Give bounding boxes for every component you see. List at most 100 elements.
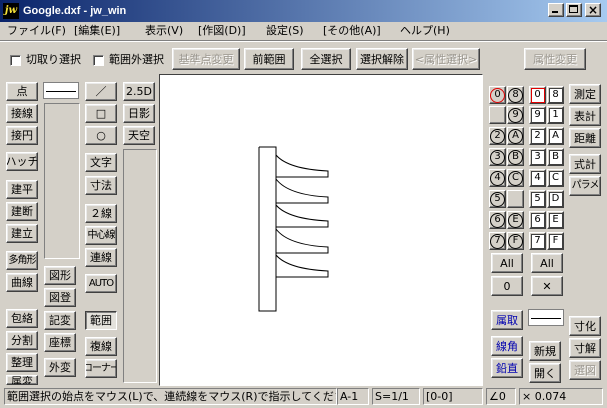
- layer-9[interactable]: 9: [529, 106, 546, 124]
- minimize-button[interactable]: [548, 3, 564, 17]
- layer-c[interactable]: C: [547, 169, 564, 187]
- drawing-canvas[interactable]: [159, 74, 483, 386]
- tool-coordinates[interactable]: 座標: [44, 333, 76, 352]
- tool-arch-elevation[interactable]: 建立: [6, 224, 38, 243]
- title-bar[interactable]: jw Google.dxf - jw_win ×: [0, 0, 607, 22]
- layer-group-zero-button[interactable]: 0: [491, 276, 523, 296]
- layer-group-a[interactable]: A: [507, 127, 524, 145]
- line-type-indicator[interactable]: [43, 82, 79, 99]
- layer-x-button[interactable]: ✕: [531, 276, 563, 296]
- tool-envelope[interactable]: 包絡: [6, 309, 38, 328]
- menu-other[interactable]: [その他(A)]: [323, 24, 381, 38]
- menu-file[interactable]: ファイル(F): [7, 24, 66, 38]
- maximize-button[interactable]: [566, 3, 582, 17]
- tool-arch-section[interactable]: 建断: [6, 202, 38, 221]
- new-file-button[interactable]: 新規: [529, 341, 561, 361]
- previous-range-button[interactable]: 前範囲: [244, 48, 294, 70]
- status-scale[interactable]: S=1/1: [372, 388, 420, 405]
- status-angle[interactable]: ∠0: [486, 388, 516, 405]
- tool-table-calc[interactable]: 表計: [569, 106, 601, 126]
- tool-text-change[interactable]: 記変: [44, 311, 76, 330]
- outside-select-checkbox[interactable]: [93, 55, 104, 66]
- tool-figure-register[interactable]: 図登: [44, 288, 76, 307]
- tool-copy-line[interactable]: 複線: [85, 337, 117, 356]
- tool-circle[interactable]: ○: [85, 126, 117, 145]
- tool-dimension-convert[interactable]: 寸化: [569, 316, 601, 336]
- tool-select-figure[interactable]: 選図: [569, 360, 601, 380]
- tool-tangent-circle[interactable]: 接円: [6, 126, 38, 145]
- layer-0[interactable]: 0: [529, 86, 546, 104]
- layer-group-5[interactable]: 5: [489, 190, 506, 208]
- status-layer[interactable]: [0-0]: [423, 388, 483, 405]
- tool-cleanup[interactable]: 整理: [6, 353, 38, 372]
- layer-group-d[interactable]: D: [507, 190, 524, 208]
- layer-group-9[interactable]: 9: [507, 106, 524, 124]
- layer-group-3[interactable]: 3: [489, 148, 506, 166]
- layer-group-e[interactable]: E: [507, 211, 524, 229]
- layer-e[interactable]: E: [547, 211, 564, 229]
- line-color-indicator[interactable]: [528, 309, 564, 326]
- menu-view[interactable]: 表示(V): [145, 24, 183, 38]
- layer-group-f[interactable]: F: [507, 232, 524, 250]
- tool-sun-shadow[interactable]: 日影: [123, 104, 155, 123]
- layer-4[interactable]: 4: [529, 169, 546, 187]
- tool-range[interactable]: 範囲: [85, 311, 117, 330]
- tool-external-change[interactable]: 外変: [44, 358, 76, 377]
- tool-arch-plan[interactable]: 建平: [6, 180, 38, 199]
- tool-polygon[interactable]: 多角形: [6, 251, 38, 270]
- tool-dimension[interactable]: 寸法: [85, 176, 117, 195]
- outside-select-label[interactable]: 範囲外選択: [109, 53, 164, 67]
- close-button[interactable]: ×: [585, 3, 601, 17]
- menu-draw[interactable]: [作図(D)]: [198, 24, 246, 38]
- status-paper-size[interactable]: A-1: [337, 388, 369, 405]
- tool-line[interactable]: ／: [85, 82, 117, 101]
- tool-auto[interactable]: AUTO: [85, 274, 117, 293]
- layer-group-c[interactable]: C: [507, 169, 524, 187]
- jw-app-icon[interactable]: jw: [3, 3, 19, 19]
- attribute-change-button[interactable]: 属性変更: [524, 48, 586, 70]
- tool-distance[interactable]: 距離: [569, 128, 601, 148]
- clip-select-label[interactable]: 切取り選択: [26, 53, 81, 67]
- tool-attribute-get[interactable]: 属取: [491, 310, 523, 330]
- layer-2[interactable]: 2: [529, 127, 546, 145]
- layer-group-7[interactable]: 7: [489, 232, 506, 250]
- layer-group-6[interactable]: 6: [489, 211, 506, 229]
- layer-1[interactable]: 1: [547, 106, 564, 124]
- layer-f[interactable]: F: [547, 232, 564, 250]
- layer-group-0[interactable]: 0: [489, 86, 506, 104]
- tool-tangent-line[interactable]: 接線: [6, 104, 38, 123]
- layer-6[interactable]: 6: [529, 211, 546, 229]
- tool-2-5d[interactable]: 2.5D: [123, 82, 155, 101]
- tool-point[interactable]: 点: [6, 82, 38, 101]
- layer-group-1[interactable]: 1: [489, 106, 506, 124]
- tool-curve[interactable]: 曲線: [6, 273, 38, 292]
- tool-figure[interactable]: 図形: [44, 266, 76, 285]
- tool-hatch[interactable]: ハッチ: [6, 152, 38, 171]
- layer-3[interactable]: 3: [529, 148, 546, 166]
- base-point-change-button[interactable]: 基準点変更: [172, 48, 240, 70]
- layer-b[interactable]: B: [547, 148, 564, 166]
- tool-line-angle[interactable]: 線角: [491, 336, 523, 356]
- clip-select-checkbox[interactable]: [10, 55, 21, 66]
- attribute-select-button[interactable]: <属性選択>: [412, 48, 480, 70]
- deselect-button[interactable]: 選択解除: [356, 48, 408, 70]
- layer-5[interactable]: 5: [529, 190, 546, 208]
- tool-formula-calc[interactable]: 式計: [569, 154, 601, 174]
- tool-dimension-release[interactable]: 寸解: [569, 338, 601, 358]
- tool-divide[interactable]: 分割: [6, 331, 38, 350]
- layer-group-b[interactable]: B: [507, 148, 524, 166]
- tool-text[interactable]: 文字: [85, 153, 117, 172]
- menu-settings[interactable]: 設定(S): [266, 24, 304, 38]
- tool-corner[interactable]: コーナー: [85, 359, 117, 378]
- layer-7[interactable]: 7: [529, 232, 546, 250]
- tool-measure[interactable]: 測定: [569, 84, 601, 104]
- layer-all-button[interactable]: All: [531, 253, 563, 273]
- tool-rectangle[interactable]: □: [85, 104, 117, 123]
- tool-double-line[interactable]: ２線: [85, 204, 117, 223]
- tool-attribute-change[interactable]: 属変: [6, 375, 38, 385]
- layer-group-all-button[interactable]: All: [491, 253, 523, 273]
- layer-d[interactable]: D: [547, 190, 564, 208]
- tool-sky-factor[interactable]: 天空: [123, 126, 155, 145]
- layer-group-8[interactable]: 8: [507, 86, 524, 104]
- status-zoom[interactable]: × 0.074: [519, 388, 603, 405]
